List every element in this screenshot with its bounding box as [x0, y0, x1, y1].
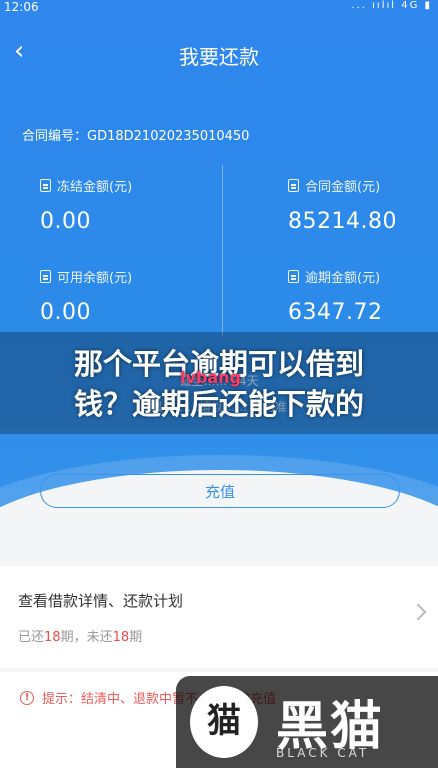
- plan-card-progress: 已还18期，未还18期: [18, 630, 143, 645]
- available-balance-label: 可用余额(元): [57, 271, 133, 286]
- cat-logo-icon: 猫: [190, 686, 258, 758]
- contract-number: 合同编号：GD18D21020235010450: [22, 125, 249, 144]
- document-icon: [288, 270, 299, 283]
- recharge-button[interactable]: 充值: [40, 474, 400, 508]
- overdue-amount: 逾期金额(元) 6347.72: [288, 267, 382, 325]
- frozen-amount-label: 冻结金额(元): [57, 180, 133, 195]
- frozen-amount-value: 0.00: [40, 209, 91, 234]
- contract-amount-value: 85214.80: [288, 209, 397, 234]
- plan-card-title: 查看借款详情、还款计划: [18, 592, 184, 610]
- document-icon: [40, 270, 51, 283]
- status-bar: 12:06 ... ıılıl 4G ▮: [0, 0, 438, 16]
- center-watermark: lvbang: [180, 368, 242, 387]
- contract-label: 合同编号：: [22, 129, 88, 144]
- document-icon: [40, 179, 51, 192]
- status-icons: ... ıılıl 4G ▮: [351, 0, 432, 11]
- contract-value: GD18D21020235010450: [87, 129, 250, 144]
- available-balance-value: 0.00: [40, 300, 91, 325]
- available-balance: 可用余额(元) 0.00: [40, 267, 132, 325]
- warning-icon: !: [20, 690, 34, 705]
- page-title: 我要还款: [179, 45, 259, 69]
- nav-bar: ‹ 我要还款: [0, 28, 438, 78]
- overdue-amount-label: 逾期金额(元): [305, 271, 381, 286]
- status-time: 12:06: [4, 0, 39, 14]
- document-icon: [288, 179, 299, 192]
- brand-watermark: 猫 黑猫 BLACK CAT: [176, 676, 438, 768]
- contract-amount: 合同金额(元) 85214.80: [288, 176, 397, 234]
- amount-divider: [222, 165, 223, 335]
- unpaid-periods: 18: [112, 630, 130, 645]
- chevron-right-icon: [409, 603, 427, 621]
- caption-line-2: 钱？逾期后还能下款的: [73, 387, 364, 421]
- repayment-plan-card[interactable]: 查看借款详情、还款计划 已还18期，未还18期: [0, 566, 438, 668]
- contract-amount-label: 合同金额(元): [305, 180, 381, 195]
- frozen-amount: 冻结金额(元) 0.00: [40, 176, 132, 234]
- brand-subtitle: BLACK CAT: [276, 746, 370, 760]
- paid-periods: 18: [44, 630, 61, 645]
- overdue-amount-value: 6347.72: [288, 300, 383, 325]
